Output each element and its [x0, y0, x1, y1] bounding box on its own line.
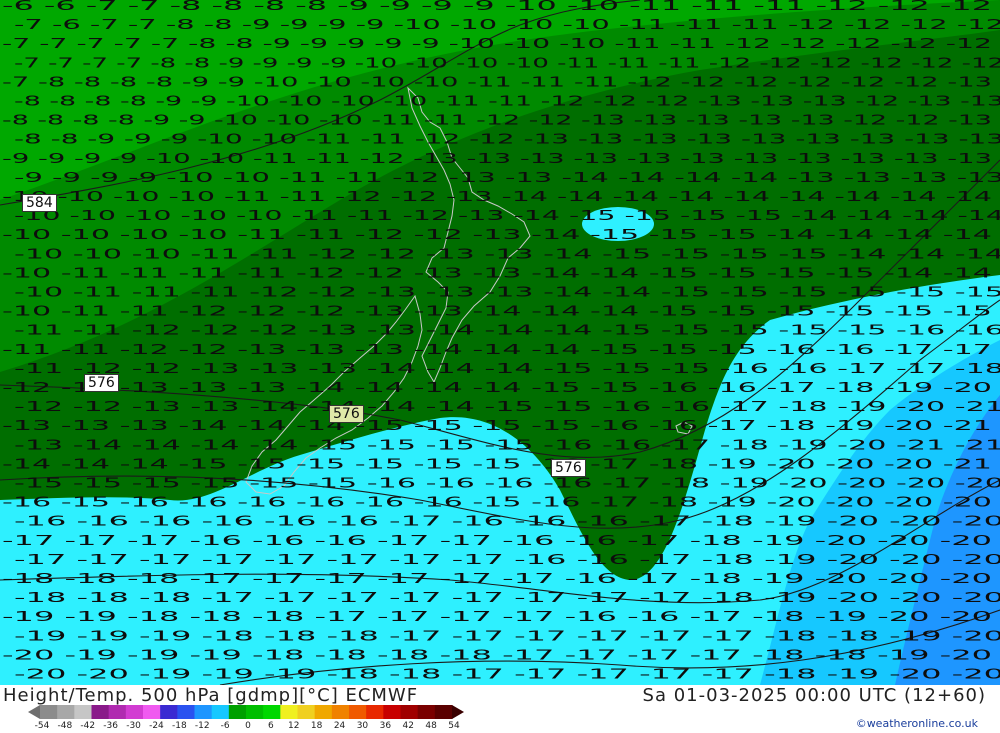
scale-swatch [314, 705, 333, 719]
temperature-row: -12 -12 -13 -13 -13 -14 -14 -14 -14 -15 … [2, 380, 992, 396]
temperature-row: -10 -10 -10 -11 -11 -12 -12 -13 -13 -14 … [14, 246, 1000, 262]
temperature-row: -7 -6 -7 -7 -8 -8 -9 -9 -9 -9 -10 -10 -1… [14, 17, 1000, 33]
scale-label: -30 [126, 721, 141, 731]
contour-label-584: 584 [22, 194, 57, 212]
scale-label: -36 [103, 721, 119, 731]
scale-label: 18 [310, 721, 323, 731]
scale-swatch [366, 705, 384, 719]
temperature-row: -8 -8 -8 -8 -9 -9 -10 -10 -10 -11 -11 -1… [2, 113, 992, 129]
scale-swatch [400, 705, 419, 719]
temperature-row: -18 -18 -18 -17 -17 -17 -17 -17 -17 -17 … [14, 590, 1000, 606]
scale-label: 30 [356, 721, 369, 731]
scale-swatch [194, 705, 213, 719]
scale-label: 42 [402, 721, 414, 731]
temperature-row: -13 -14 -14 -14 -14 -15 -15 -15 -15 -16 … [14, 437, 1000, 453]
temperature-row: -10 -10 -10 -10 -10 -11 -11 -12 -13 -14 … [14, 208, 1000, 224]
scale-label: 36 [379, 721, 392, 731]
credit-link[interactable]: ©weatheronline.co.uk [856, 717, 978, 730]
scale-swatch [228, 705, 247, 719]
scale-swatch [91, 705, 110, 719]
temperature-row: -6 -6 -7 -7 -8 -8 -8 -8 -9 -9 -9 -9 -10 … [2, 0, 992, 14]
scale-label: 54 [448, 721, 460, 731]
scale-swatch [177, 705, 195, 719]
temperature-row: -9 -9 -9 -9 -10 -10 -11 -11 -12 -13 -13 … [2, 151, 992, 167]
temperature-row: -14 -14 -14 -15 -15 -15 -15 -15 -15 -16 … [2, 456, 992, 472]
map-title: Height/Temp. 500 hPa [gdmp][°C] ECMWF [3, 685, 419, 706]
scale-label: 12 [288, 721, 300, 731]
temperature-values: -6 -6 -7 -7 -8 -8 -8 -8 -9 -9 -9 -9 -10 … [2, 0, 1000, 683]
scale-label: -24 [149, 721, 164, 731]
temperature-row: -20 -20 -19 -19 -19 -18 -18 -17 -17 -17 … [14, 667, 1000, 683]
temperature-row: -11 -12 -12 -13 -13 -13 -14 -14 -14 -15 … [14, 361, 1000, 377]
temperature-row: -10 -11 -11 -11 -11 -12 -12 -13 -13 -14 … [2, 265, 992, 281]
temperature-row: -7 -7 -7 -7 -8 -8 -9 -9 -9 -9 -10 -10 -1… [14, 55, 1000, 71]
scale-swatch [383, 705, 401, 719]
scale-label: 48 [425, 721, 437, 731]
temperature-row: -10 -11 -11 -11 -12 -12 -13 -13 -13 -14 … [14, 285, 1000, 301]
scale-swatch [57, 705, 75, 719]
scale-swatch [108, 705, 127, 719]
scale-label: -12 [194, 721, 210, 731]
scale-swatch [160, 705, 178, 719]
scale-swatch [434, 705, 453, 719]
scale-swatch [417, 705, 436, 719]
weather-map-view: -6 -6 -7 -7 -8 -8 -8 -8 -9 -9 -9 -9 -10 … [0, 0, 1000, 733]
temperature-row: -18 -18 -18 -17 -17 -17 -17 -17 -17 -16 … [2, 571, 992, 587]
scale-swatch [143, 705, 161, 719]
scale-label: -18 [171, 721, 187, 731]
temperature-row: -16 -16 -16 -16 -16 -16 -17 -16 -16 -16 … [14, 514, 1000, 530]
scale-swatch [246, 705, 264, 719]
temperature-color-scale [28, 705, 464, 719]
temperature-row: -8 -8 -9 -9 -9 -10 -10 -11 -11 -12 -12 -… [14, 132, 1000, 148]
temperature-row: -9 -9 -9 -9 -10 -10 -11 -11 -12 -13 -13 … [14, 170, 1000, 186]
scale-label: -42 [80, 721, 96, 731]
scale-swatch [74, 705, 92, 719]
scale-label: -54 [34, 721, 50, 731]
scale-labels: -54 -48 -42 -36 -30 -24 -18 -12 -6 0 6 12 18 24 30 36 42… [28, 721, 468, 733]
scale-arrow-right [452, 705, 464, 719]
scale-label: -6 [220, 721, 230, 731]
scale-label: 0 [245, 721, 251, 731]
scale-label: 24 [333, 721, 346, 731]
temperature-row: -13 -13 -13 -14 -14 -14 -15 -15 -15 -15 … [2, 418, 992, 434]
scale-swatch [331, 705, 350, 719]
map-footer: Height/Temp. 500 hPa [gdmp][°C] ECMWF Sa… [0, 685, 1000, 733]
temperature-row: -19 -19 -19 -18 -18 -18 -17 -17 -17 -17 … [14, 628, 1000, 644]
scale-swatch [349, 705, 367, 719]
temperature-row: -10 -10 -10 -10 -11 -11 -12 -12 -13 -14 … [2, 189, 992, 205]
temperature-row: -16 -15 -16 -16 -16 -16 -16 -16 -15 -16 … [2, 495, 992, 511]
contour-label-576-west: 576 [84, 374, 119, 392]
temperature-row: -11 -11 -12 -12 -12 -13 -13 -14 -14 -14 … [14, 323, 1000, 339]
scale-arrow-left [28, 705, 40, 719]
temperature-row: -10 -10 -10 -10 -11 -11 -12 -12 -13 -14 … [2, 227, 992, 243]
forecast-datetime: Sa 01-03-2025 00:00 UTC (12+60) [642, 685, 986, 706]
scale-label: -48 [57, 721, 73, 731]
scale-swatch [280, 705, 298, 719]
temperature-row: -11 -11 -12 -12 -13 -13 -13 -14 -14 -14 … [2, 342, 992, 358]
temperature-row: -8 -8 -8 -8 -9 -9 -10 -10 -10 -10 -11 -1… [14, 94, 1000, 110]
temperature-row: -7 -8 -8 -8 -8 -9 -9 -10 -10 -10 -10 -11… [2, 74, 992, 90]
temperature-row: -20 -19 -19 -19 -18 -18 -18 -18 -17 -17 … [2, 647, 992, 663]
scale-swatch [263, 705, 281, 719]
temperature-row: -15 -15 -15 -15 -15 -15 -16 -16 -16 -16 … [14, 476, 1000, 492]
temperature-row: -10 -11 -11 -12 -12 -12 -13 -13 -14 -14 … [2, 304, 992, 320]
temperature-map: -6 -6 -7 -7 -8 -8 -8 -8 -9 -9 -9 -9 -10 … [0, 0, 1000, 685]
contour-label-576-mid: 576 [329, 405, 364, 423]
temperature-row: -12 -12 -13 -13 -14 -14 -14 -14 -15 -15 … [14, 399, 1000, 415]
temperature-row: -7 -7 -7 -7 -7 -8 -8 -9 -9 -9 -9 -9 -10 … [2, 36, 992, 52]
scale-swatch [40, 705, 58, 719]
temperature-row: -19 -19 -18 -18 -18 -17 -17 -17 -17 -16 … [2, 609, 992, 625]
scale-swatch [125, 705, 144, 719]
contour-label-576-east: 576 [551, 459, 586, 477]
scale-label: 6 [268, 721, 274, 731]
temperature-row: -17 -17 -17 -17 -17 -17 -17 -17 -16 -16 … [14, 552, 1000, 568]
temperature-row: -17 -17 -17 -16 -16 -16 -17 -17 -16 -16 … [2, 533, 992, 549]
scale-swatch [297, 705, 316, 719]
scale-swatch [211, 705, 230, 719]
